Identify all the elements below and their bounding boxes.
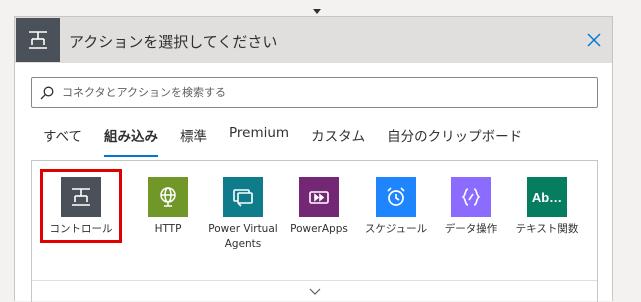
data-operation-icon [451, 177, 491, 217]
control-icon [16, 18, 60, 62]
search-input[interactable] [60, 85, 584, 100]
connector-label: データ操作 [444, 223, 498, 235]
category-tabs: すべて 組み込み 標準 Premium カスタム 自分のクリップボード [43, 125, 544, 157]
connector-data-operation[interactable]: データ操作 [431, 177, 511, 237]
connector-text-functions[interactable]: Ab… テキスト関数 [507, 177, 587, 237]
text-functions-glyph: Ab… [531, 189, 563, 205]
search-icon [40, 86, 54, 99]
chevron-down-icon [309, 288, 321, 295]
flow-connector-arrow [313, 9, 321, 14]
connector-label: テキスト関数 [515, 223, 579, 235]
connector-label: Power Virtual Agents [208, 223, 278, 250]
connector-label: HTTP [154, 223, 182, 235]
connector-control[interactable]: コントロール [41, 177, 121, 237]
powerapps-icon [299, 177, 339, 217]
connector-power-virtual-agents[interactable]: Power Virtual Agents [203, 177, 283, 252]
close-icon [587, 33, 601, 47]
search-box[interactable] [31, 77, 598, 108]
expand-button[interactable] [309, 281, 321, 300]
tab-my-clipboard[interactable]: 自分のクリップボード [387, 125, 522, 157]
connector-schedule[interactable]: スケジュール [356, 177, 436, 237]
connector-powerapps[interactable]: PowerApps [279, 177, 359, 237]
tab-built-in[interactable]: 組み込み [104, 125, 159, 157]
tab-custom[interactable]: カスタム [311, 125, 365, 157]
power-virtual-agents-icon [223, 177, 263, 217]
connector-http[interactable]: HTTP [128, 177, 208, 237]
connector-label: スケジュール [364, 223, 428, 235]
text-functions-icon: Ab… [527, 177, 567, 217]
close-button[interactable] [584, 30, 604, 50]
connector-label: コントロール [49, 223, 113, 235]
tab-all[interactable]: すべて [43, 125, 82, 157]
tab-standard[interactable]: 標準 [180, 125, 207, 157]
alarm-clock-icon [376, 177, 416, 217]
control-icon [61, 177, 101, 217]
connector-panel: コントロール HTTP Power Virtual Agents PowerAp… [31, 160, 598, 302]
choose-action-card: アクションを選択してください すべて 組み込み 標準 Premium カスタム … [14, 16, 613, 302]
dialog-title: アクションを選択してください [69, 33, 278, 51]
connector-label: PowerApps [290, 223, 348, 235]
card-header: アクションを選択してください [15, 17, 612, 63]
globe-icon [148, 177, 188, 217]
tab-premium[interactable]: Premium [229, 125, 289, 157]
